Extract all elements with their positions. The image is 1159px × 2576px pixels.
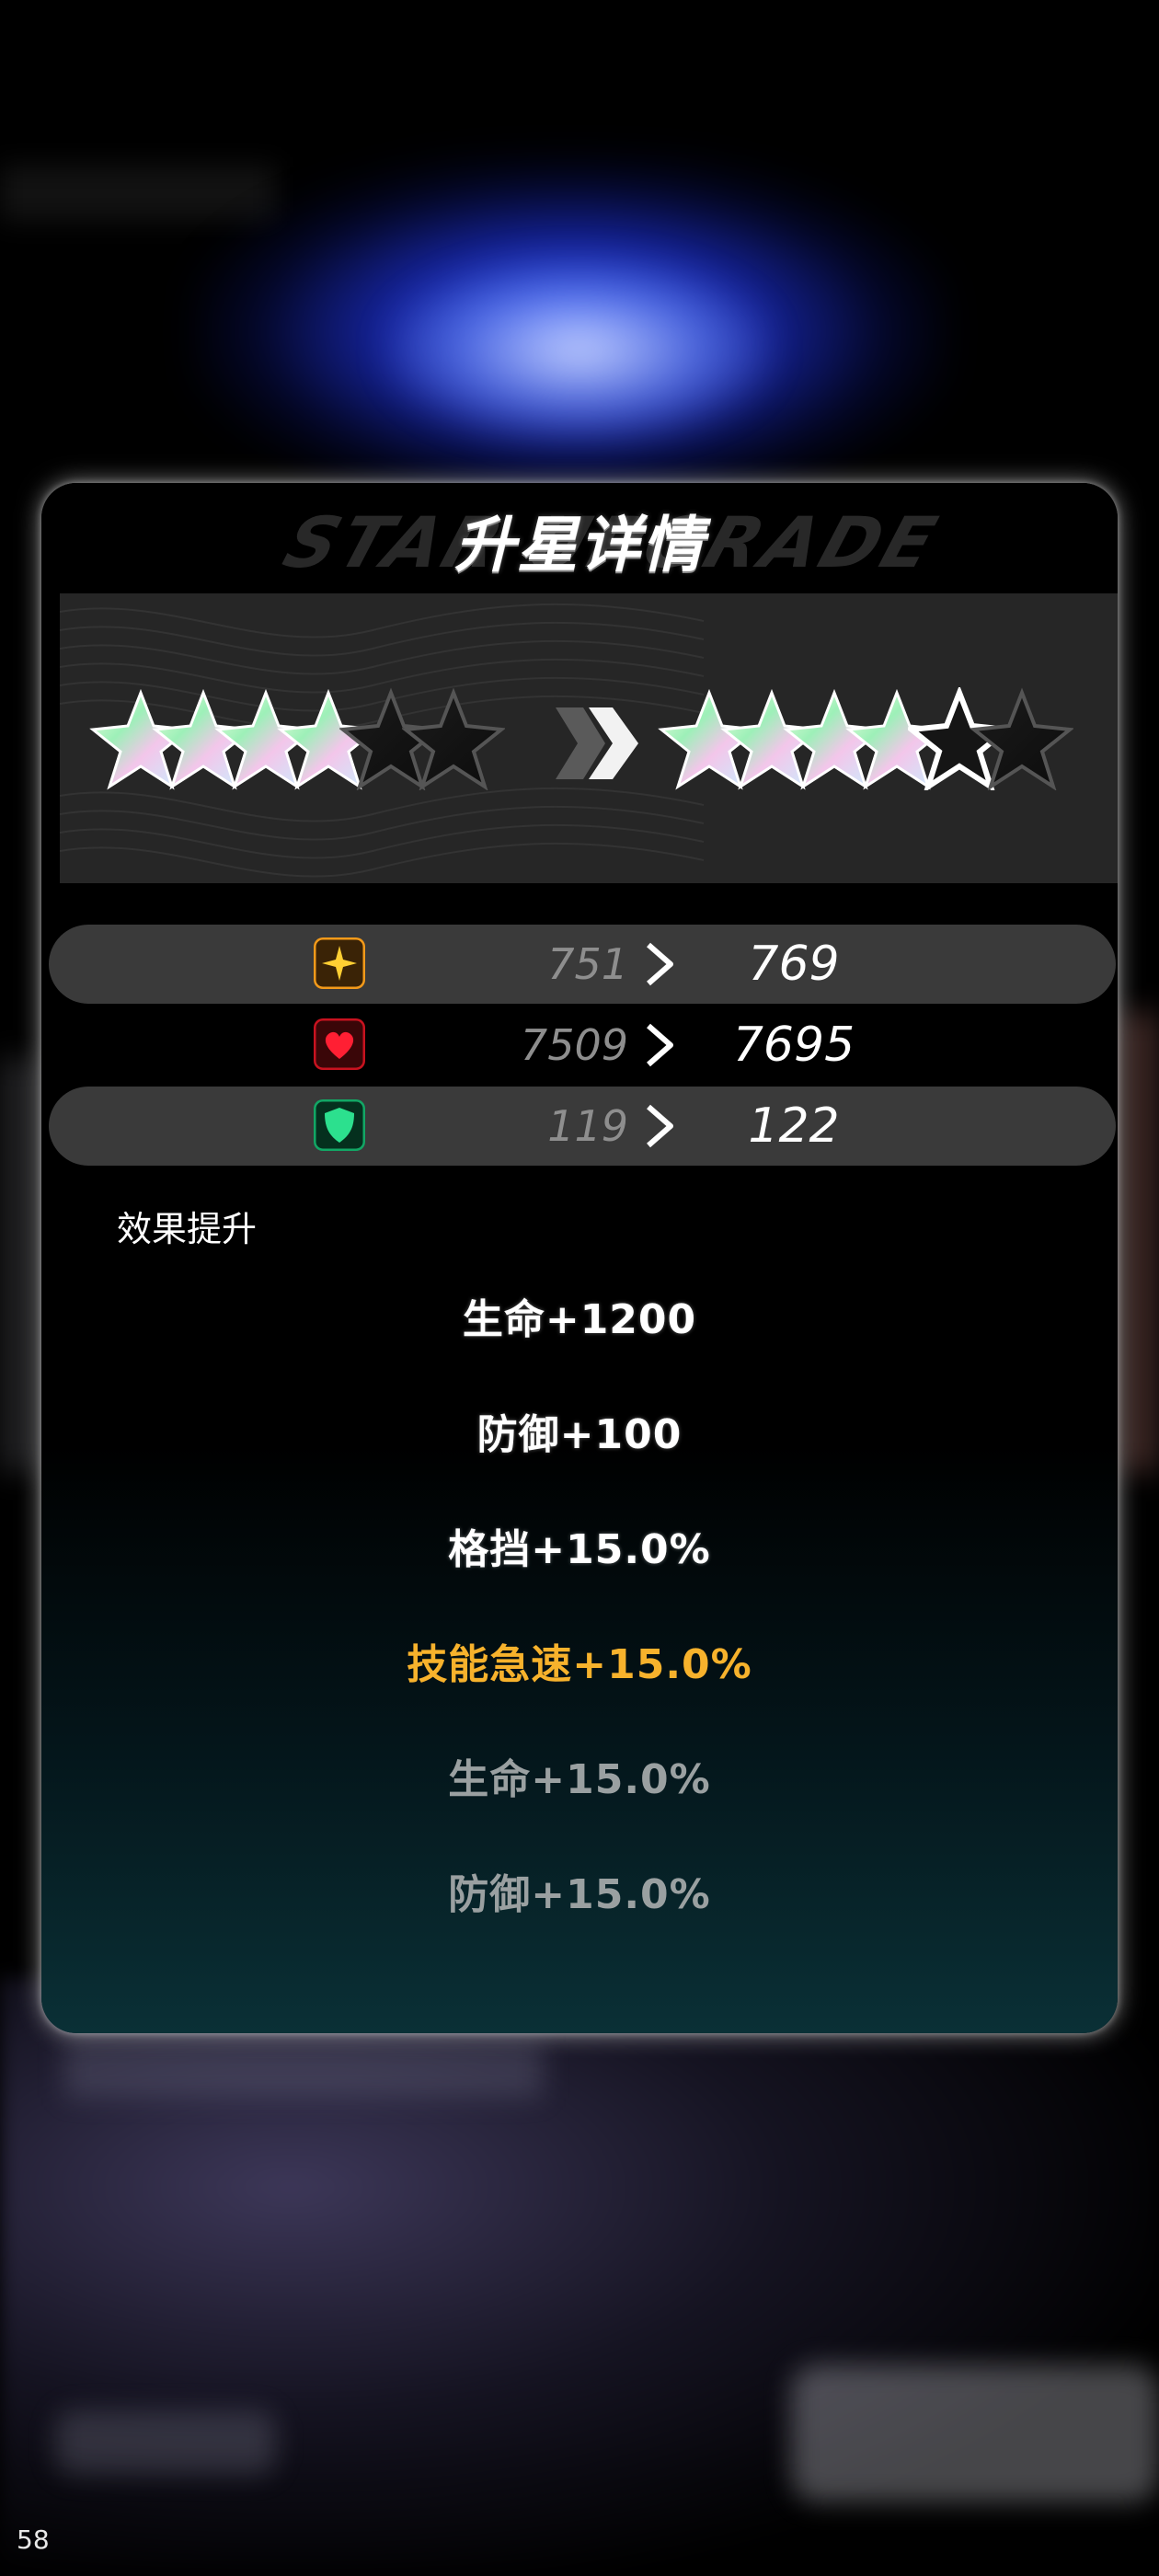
empty-star-icon [402, 687, 505, 790]
background-button-blur [791, 2364, 1159, 2502]
stars-before [89, 687, 505, 798]
effect-item-locked: 生命+15.0% [448, 1756, 711, 1803]
background-blur [1118, 1012, 1159, 1472]
background-blur [0, 1058, 41, 1472]
stat-row-defense: 119 122 [49, 1087, 1116, 1166]
effect-item: 生命+1200 [462, 1296, 697, 1343]
health-heart-icon [314, 1018, 365, 1070]
empty-star-icon [970, 687, 1073, 790]
stat-old-value: 751 [547, 939, 628, 989]
stat-old-value: 7509 [520, 1020, 628, 1070]
chevron-right-icon [647, 942, 673, 986]
background-blur [64, 2042, 543, 2098]
chevron-right-icon [647, 1104, 673, 1148]
stat-old-value: 119 [547, 1101, 628, 1151]
stat-row-attack: 751 769 [49, 925, 1116, 1004]
star-upgrade-detail-panel: STAR UPGRADE 升星详情 751 769 7509 7695 119 … [41, 483, 1118, 2033]
effect-item: 防御+100 [476, 1411, 683, 1458]
fps-counter: 58 [17, 2524, 50, 2555]
effect-item: 格挡+15.0% [448, 1526, 711, 1573]
attack-star-icon [314, 937, 365, 989]
star-comparison-banner [60, 593, 1118, 883]
panel-title: 升星详情 [454, 510, 705, 581]
defense-shield-icon [314, 1099, 365, 1151]
stat-new-value: 122 [748, 1098, 840, 1154]
effect-item-new: 技能急速+15.0% [407, 1641, 752, 1688]
stat-row-health: 7509 7695 [49, 1006, 1116, 1085]
background-blur [55, 2410, 276, 2475]
double-chevron-icon [556, 707, 638, 779]
effect-item-locked: 防御+15.0% [448, 1871, 711, 1918]
stars-after [658, 687, 1073, 798]
chevron-right-icon [647, 1023, 673, 1067]
character-emblem-core-blur [386, 258, 773, 442]
stat-new-value: 7695 [732, 1018, 855, 1073]
effects-label: 效果提升 [117, 1209, 258, 1249]
stat-new-value: 769 [748, 937, 840, 992]
